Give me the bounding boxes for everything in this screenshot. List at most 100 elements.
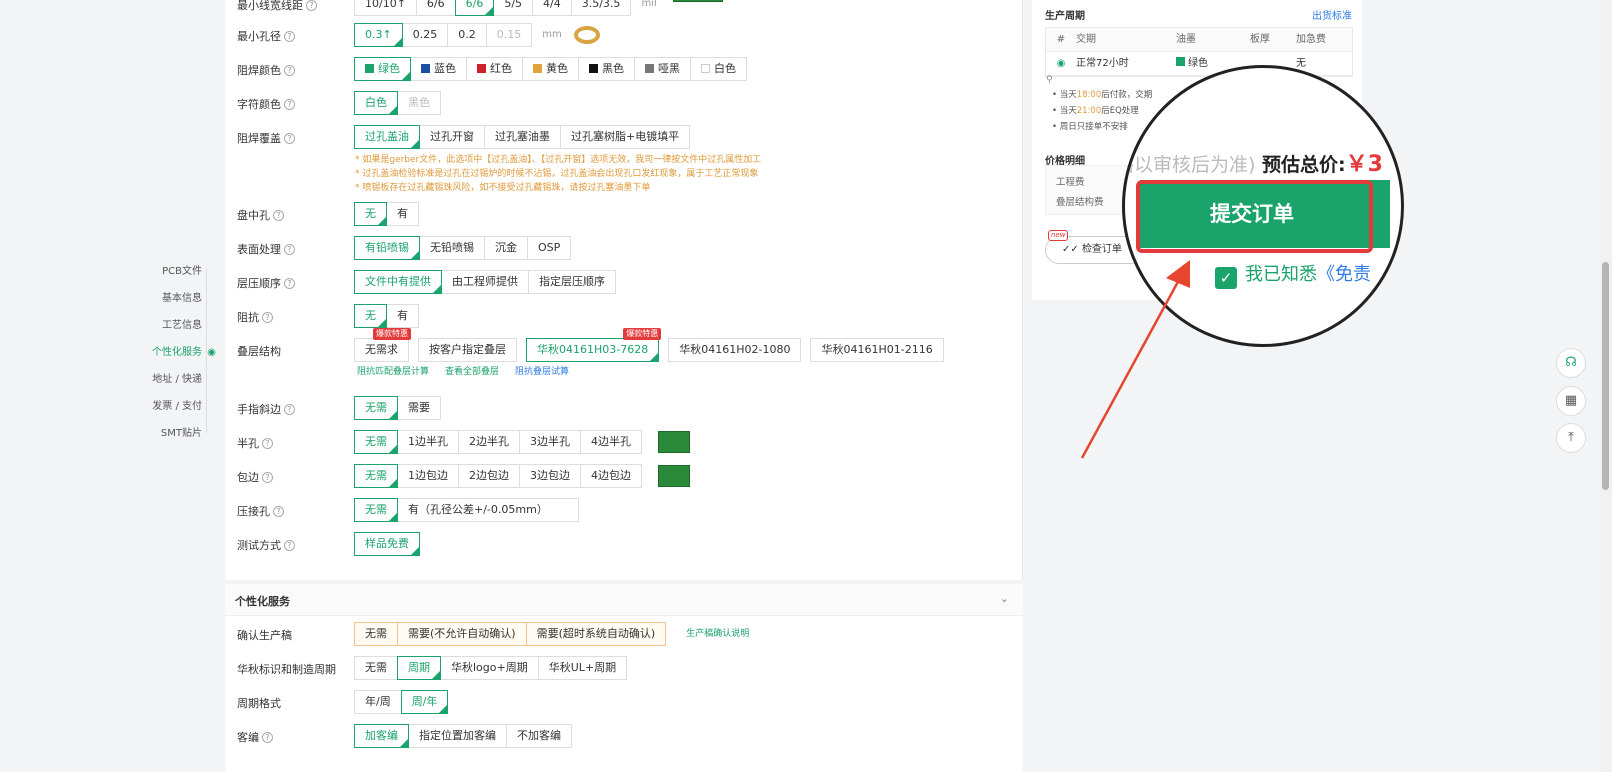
help-icon[interactable]: ?: [284, 31, 295, 42]
option-selected[interactable]: 样品免费: [354, 532, 420, 556]
help-icon[interactable]: ?: [262, 732, 273, 743]
stackup-trial-link[interactable]: 阻抗叠层试算: [515, 364, 569, 377]
option-selected[interactable]: 有铅喷锡: [354, 236, 420, 260]
option-selected[interactable]: 无: [354, 304, 387, 328]
option[interactable]: 指定层压顺序: [528, 270, 616, 294]
option[interactable]: 不加客编: [506, 724, 572, 748]
option[interactable]: 需要(不允许自动确认): [397, 622, 527, 646]
help-icon[interactable]: ?: [284, 99, 295, 110]
option[interactable]: 0.2: [447, 23, 487, 47]
help-icon[interactable]: ?: [284, 244, 295, 255]
confirm-info-link[interactable]: 生产稿确认说明: [686, 622, 749, 646]
option[interactable]: 有: [386, 304, 419, 328]
help-icon[interactable]: ?: [284, 133, 295, 144]
help-icon[interactable]: ?: [284, 278, 295, 289]
option-disabled[interactable]: 黑色: [397, 91, 441, 115]
help-icon[interactable]: ?: [262, 472, 273, 483]
option[interactable]: 按客户指定叠层: [418, 338, 517, 362]
option[interactable]: 4/4: [532, 0, 572, 16]
impedance-calc-link[interactable]: 阻抗匹配叠层计算: [357, 364, 429, 377]
headset-icon[interactable]: ☊: [1556, 348, 1586, 378]
option[interactable]: 4边半孔: [580, 430, 642, 454]
option-selected[interactable]: 绿色: [354, 57, 411, 81]
option[interactable]: 有（孔径公差+/-0.05mm）: [397, 498, 579, 522]
option[interactable]: 4边包边: [580, 464, 642, 488]
option-selected[interactable]: 周/年: [400, 690, 449, 714]
help-icon[interactable]: ?: [273, 210, 284, 221]
option[interactable]: 无需求 爆款特惠: [354, 328, 411, 362]
option[interactable]: 过孔塞树脂+电镀填平: [560, 125, 691, 149]
option-selected[interactable]: 过孔盖油: [354, 125, 420, 149]
option[interactable]: 白色: [690, 57, 747, 81]
option[interactable]: 1边包边: [397, 464, 459, 488]
option-selected[interactable]: 0.3↑: [354, 23, 403, 47]
option-selected[interactable]: 无需: [354, 464, 398, 488]
option-selected[interactable]: 加客编: [354, 724, 409, 748]
option[interactable]: 黑色: [578, 57, 635, 81]
option[interactable]: 过孔开窗: [419, 125, 485, 149]
option[interactable]: 无铅喷锡: [419, 236, 485, 260]
checkbox-checked-icon[interactable]: ✓: [1215, 267, 1237, 289]
option[interactable]: 华秋UL+周期: [537, 656, 628, 680]
option-selected[interactable]: 无需: [354, 498, 398, 522]
option[interactable]: 蓝色: [410, 57, 467, 81]
scrollbar-thumb[interactable]: [1602, 262, 1609, 490]
option[interactable]: 1边半孔: [397, 430, 459, 454]
agree-checkbox-row[interactable]: ✓ 我已知悉《免责: [1215, 260, 1371, 289]
section-header[interactable]: 个性化服务 ⌄: [225, 584, 1023, 616]
option[interactable]: OSP: [527, 236, 572, 260]
nav-item-smt[interactable]: SMT贴片: [150, 420, 220, 447]
option[interactable]: 过孔塞油墨: [484, 125, 561, 149]
option[interactable]: 有: [386, 202, 419, 226]
option[interactable]: 2边包边: [458, 464, 520, 488]
option[interactable]: 2边半孔: [458, 430, 520, 454]
option[interactable]: 6/6: [415, 0, 456, 16]
chevron-down-icon[interactable]: ⌄: [1000, 592, 1009, 605]
help-icon[interactable]: ?: [284, 404, 295, 415]
option[interactable]: 3边包边: [519, 464, 581, 488]
option[interactable]: 年/周: [354, 690, 402, 714]
help-icon[interactable]: ?: [273, 506, 284, 517]
option[interactable]: 无需: [354, 622, 398, 646]
option-disabled[interactable]: 0.15: [485, 23, 533, 47]
option-selected[interactable]: 周期: [397, 656, 441, 680]
option[interactable]: 华秋04161H01-2116: [810, 338, 944, 362]
option-selected[interactable]: 无需: [354, 396, 398, 420]
option-selected[interactable]: 无: [354, 202, 387, 226]
option[interactable]: 沉金: [484, 236, 528, 260]
option[interactable]: 华秋logo+周期: [440, 656, 539, 680]
option-selected[interactable]: 文件中有提供: [354, 270, 442, 294]
option[interactable]: 需要: [397, 396, 441, 420]
help-icon[interactable]: ?: [262, 312, 273, 323]
option[interactable]: 无需: [354, 656, 398, 680]
option[interactable]: 由工程师提供: [441, 270, 529, 294]
nav-item-pcb-file[interactable]: PCB文件: [150, 258, 220, 285]
option[interactable]: 3.5/3.5: [570, 0, 632, 16]
option[interactable]: 0.25: [401, 23, 449, 47]
nav-item-personal-service[interactable]: 个性化服务 ◉: [150, 339, 220, 366]
nav-item-address[interactable]: 地址 / 快递: [150, 366, 220, 393]
option[interactable]: 需要(超时系统自动确认): [525, 622, 667, 646]
nav-item-process-info[interactable]: 工艺信息: [150, 312, 220, 339]
radio-selected-icon[interactable]: ◉: [1046, 52, 1076, 75]
view-all-stackup-link[interactable]: 查看全部叠层: [445, 364, 499, 377]
option[interactable]: 哑黑: [634, 57, 691, 81]
back-to-top-icon[interactable]: ⤒: [1556, 423, 1586, 453]
option-selected[interactable]: 华秋04161H03-7628 爆款特惠: [526, 328, 662, 362]
nav-item-basic-info[interactable]: 基本信息: [150, 285, 220, 312]
qrcode-icon[interactable]: ▦: [1556, 386, 1586, 416]
option[interactable]: 3边半孔: [519, 430, 581, 454]
option[interactable]: 10/10↑: [354, 0, 417, 16]
disclaimer-link[interactable]: 《免责: [1317, 264, 1371, 285]
help-icon[interactable]: ?: [284, 65, 295, 76]
option-selected[interactable]: 白色: [354, 91, 398, 115]
option[interactable]: 指定位置加客编: [408, 724, 507, 748]
help-icon[interactable]: ?: [284, 540, 295, 551]
option-selected[interactable]: 6/6: [454, 0, 495, 16]
nav-item-invoice[interactable]: 发票 / 支付: [150, 393, 220, 420]
scrollbar[interactable]: [1600, 0, 1612, 772]
shipping-standard-link[interactable]: 出货标准: [1312, 7, 1352, 22]
option-selected[interactable]: 无需: [354, 430, 398, 454]
option[interactable]: 华秋04161H02-1080: [668, 338, 802, 362]
help-icon[interactable]: ?: [262, 438, 273, 449]
